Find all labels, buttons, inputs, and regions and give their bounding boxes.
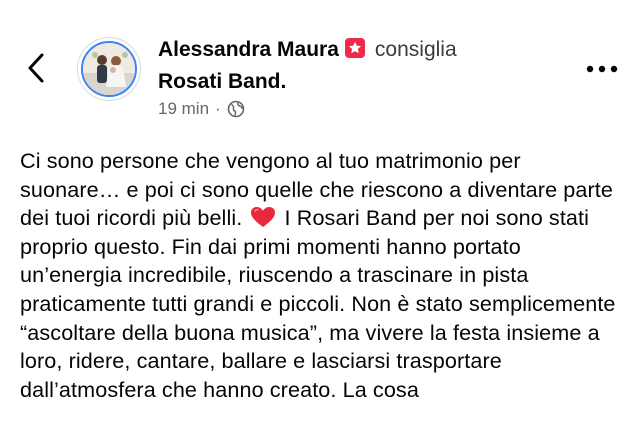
post-meta: 19 min · <box>158 98 245 120</box>
post-body-part-2: I Rosari Band per noi sono stati proprio… <box>20 205 616 402</box>
post-timestamp[interactable]: 19 min <box>158 98 209 120</box>
avatar-photo <box>81 41 137 97</box>
post-body: Ci sono persone che vengono al tuo matri… <box>20 147 626 404</box>
author-avatar[interactable] <box>78 38 140 100</box>
post-view: Alessandra Maura consiglia Rosati Band. 1… <box>0 0 640 427</box>
post-header-line: Alessandra Maura consiglia <box>158 37 457 63</box>
meta-separator: · <box>215 99 221 118</box>
chevron-left-icon <box>28 53 44 83</box>
globe-icon[interactable] <box>227 100 245 118</box>
author-name[interactable]: Alessandra Maura <box>158 38 339 61</box>
recommended-page-name[interactable]: Rosati Band. <box>158 70 286 93</box>
recommended-page-line: Rosati Band. <box>158 69 286 95</box>
recommend-star-icon <box>344 38 365 58</box>
more-options-icon <box>586 65 618 73</box>
recommend-action-text: consiglia <box>374 38 457 61</box>
more-options-button[interactable] <box>582 58 622 80</box>
back-button[interactable] <box>22 50 54 86</box>
red-heart-emoji <box>251 207 276 228</box>
